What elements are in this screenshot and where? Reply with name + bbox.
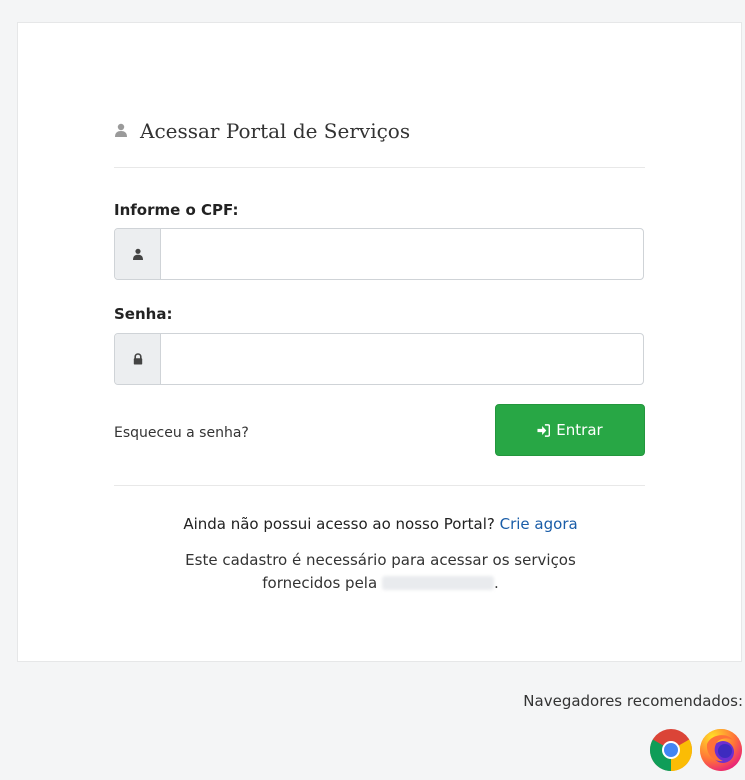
divider [114, 167, 645, 168]
login-card: Acessar Portal de Serviços Informe o CPF… [17, 22, 742, 662]
recommended-browsers-label: Navegadores recomendados: [523, 692, 743, 710]
password-input-group [114, 333, 644, 385]
cpf-label: Informe o CPF: [114, 201, 239, 219]
lock-icon [133, 353, 142, 365]
divider [114, 485, 645, 486]
firefox-icon[interactable] [699, 728, 743, 772]
enter-button-label: Entrar [556, 421, 603, 439]
enter-button[interactable]: Entrar [495, 404, 645, 456]
create-account-link[interactable]: Crie agora [500, 515, 578, 533]
login-header: Acessar Portal de Serviços [114, 119, 410, 143]
cpf-addon [115, 229, 161, 279]
chrome-icon[interactable] [649, 728, 693, 772]
password-label: Senha: [114, 305, 173, 323]
cpf-input[interactable] [161, 229, 643, 279]
user-icon [132, 248, 143, 260]
password-addon [115, 334, 161, 384]
password-input[interactable] [161, 334, 643, 384]
redacted-organization [381, 576, 494, 590]
info-line-2: fornecidos pela . [18, 572, 743, 595]
page-title: Acessar Portal de Serviços [140, 119, 411, 143]
recommended-browsers [649, 728, 743, 772]
forgot-password-link[interactable]: Esqueceu a senha? [114, 425, 249, 441]
signup-info: Este cadastro é necessário para acessar … [18, 549, 743, 595]
signup-prompt: Ainda não possui acesso ao nosso Portal?… [18, 515, 743, 533]
sign-in-icon [537, 423, 551, 437]
signup-question: Ainda não possui acesso ao nosso Portal? [183, 515, 495, 533]
user-icon [115, 123, 127, 137]
cpf-input-group [114, 228, 644, 280]
info-line-1: Este cadastro é necessário para acessar … [185, 551, 576, 569]
info-line-2-prefix: fornecidos pela [262, 574, 378, 592]
info-line-2-suffix: . [493, 574, 499, 592]
